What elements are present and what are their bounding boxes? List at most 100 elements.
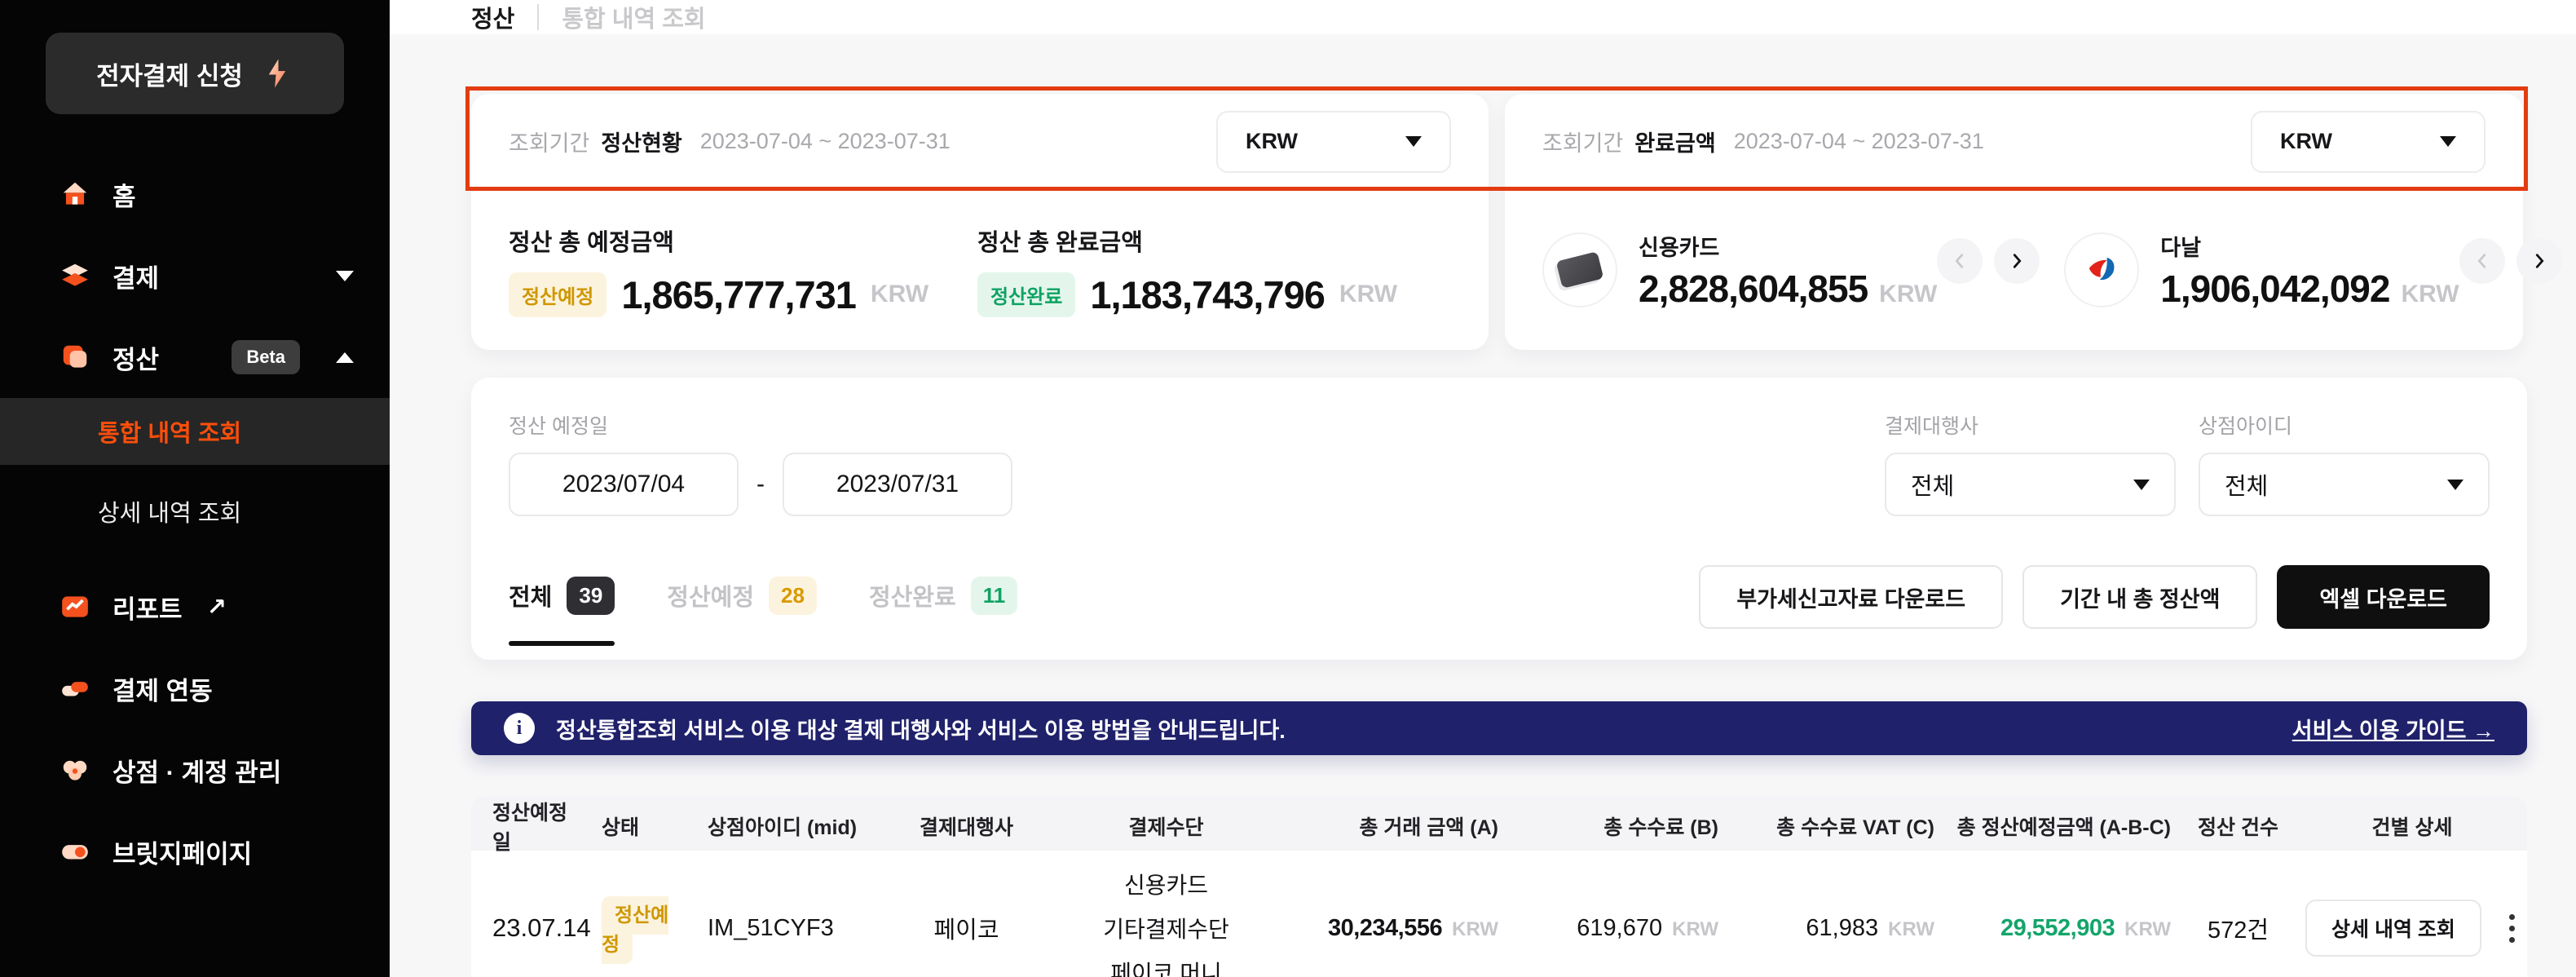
date-from-input[interactable]: 2023/07/04 [509,453,739,516]
pg-name: 신용카드 [1639,230,1937,262]
pg-select[interactable]: 전체 [1885,453,2176,516]
stat-value: 1,183,743,796 [1090,272,1325,317]
external-link-icon: ↗ [207,593,227,621]
column-header: 총 정산예정금액 (A-B-C) [1943,811,2179,841]
sidebar-item-label: 결제 [112,258,159,294]
service-guide-link[interactable]: 서비스 이용 가이드 → [2292,713,2494,745]
column-header: 총 수수료 (B) [1506,811,1727,841]
sidebar-subitem-integrated-history[interactable]: 통합 내역 조회 [0,398,390,465]
pg-value: 2,828,604,855 [1639,267,1868,311]
sidebar-subitem-label: 상세 내역 조회 [98,494,241,528]
chevron-down-icon [2133,480,2150,490]
layers-icon [59,259,91,292]
stat-completed-total: 정산 총 완료금액 정산완료 1,183,743,796 KRW [977,223,1446,317]
period-total-button[interactable]: 기간 내 총 정산액 [2022,565,2257,629]
amount-value: 30,234,556 [1328,915,1442,942]
sidebar-item-report[interactable]: 리포트 ↗ [0,566,390,648]
settlement-icon [59,341,91,374]
amount-value: 619,670 [1577,915,1662,942]
scheduled-card-header: 조회기간 정산현황 2023-07-04 ~ 2023-07-31 KRW [471,94,1489,190]
cell-count: 572건 [2179,911,2297,945]
column-header: 결제대행사 [875,811,1058,841]
period-range: 2023-07-04 ~ 2023-07-31 [1734,129,1984,154]
tab-all[interactable]: 전체 39 [509,577,615,618]
chevron-down-icon [2440,136,2456,147]
breadcrumb-page: 통합 내역 조회 [562,0,705,34]
button-label: 엑셀 다운로드 [2319,581,2447,613]
info-banner: i 정산통합조회 서비스 이용 대상 결제 대행사와 서비스 이용 방법을 안내… [471,701,2527,755]
period-range: 2023-07-04 ~ 2023-07-31 [700,129,951,154]
tab-label: 전체 [509,578,552,612]
sidebar-item-settlement[interactable]: 정산 Beta [0,316,390,398]
summary-section: 조회기간 정산현황 2023-07-04 ~ 2023-07-31 KRW 정산… [471,94,2523,350]
date-to-value: 2023/07/31 [836,471,959,498]
column-header: 정산예정일 [471,797,593,855]
detail-view-button[interactable]: 상세 내역 조회 [2305,900,2481,957]
excel-download-button[interactable]: 엑셀 다운로드 [2277,565,2490,629]
pg-select-value: 전체 [1911,467,1954,502]
amount-value: 29,552,903 [2000,915,2115,942]
beta-badge: Beta [232,340,300,374]
currency-value: KRW [1246,129,1298,154]
pg-unit: KRW [1879,281,1937,308]
tab-count-badge: 28 [769,577,817,615]
danal-logo [2064,232,2139,307]
sidebar-item-label: 결제 연동 [112,670,213,707]
epayment-apply-button[interactable]: 전자결제 신청 [46,33,344,114]
mid-filter-label: 상점아이디 [2199,410,2490,440]
tab-scheduled[interactable]: 정산예정 28 [667,577,817,618]
sidebar-nav: 홈 결제 정산 Beta 통합 내역 조회 [0,153,390,892]
settlement-date-filter: 정산 예정일 2023/07/04 - 2023/07/31 [509,410,1012,516]
scheduled-card-body: 정산 총 예정금액 정산예정 1,865,777,731 KRW 정산 총 완료… [471,190,1489,350]
amount-unit: KRW [1672,918,1718,941]
sidebar-item-payment-link[interactable]: 결제 연동 [0,648,390,729]
carousel-prev-button[interactable] [2459,238,2505,284]
pg-stat-creditcard: 신용카드 2,828,604,855 KRW [1542,230,2064,311]
chevron-up-icon [336,352,354,363]
cell-pg: 페이코 [875,911,1058,945]
cell-vat: 61,983 KRW [1727,915,1943,942]
column-header: 상태 [593,811,699,841]
pg-filter: 결제대행사 전체 [1885,410,2176,516]
date-to-input[interactable]: 2023/07/31 [783,453,1012,516]
amount-value: 61,983 [1806,915,1878,942]
pg-name: 다날 [2160,230,2459,262]
carousel-next-button[interactable] [1994,238,2040,284]
sidebar-item-store-account[interactable]: 상점 · 계정 관리 [0,729,390,811]
chevron-down-icon [2447,480,2464,490]
home-icon [59,178,91,210]
pills-icon [59,672,91,705]
tab-completed[interactable]: 정산완료 11 [869,577,1017,618]
carousel-next-button[interactable] [2516,238,2562,284]
tabs-row: 전체 39 정산예정 28 정산완료 11 부가세신고자료 다운로드 [509,565,2490,629]
filter-row: 정산 예정일 2023/07/04 - 2023/07/31 [509,410,2490,516]
sidebar-subitem-label: 통합 내역 조회 [98,414,241,449]
pg-stat-danal: 다날 1,906,042,092 KRW [2064,230,2576,311]
column-header: 결제수단 [1058,811,1274,841]
chart-icon [59,590,91,623]
kebab-menu-icon[interactable] [2503,908,2521,949]
currency-select[interactable]: KRW [2251,111,2486,173]
sidebar-item-payments[interactable]: 결제 [0,235,390,316]
cell-mid: IM_51CYF3 [699,915,875,942]
button-label: 부가세신고자료 다운로드 [1736,581,1965,613]
stat-unit: KRW [871,281,929,308]
vat-report-download-button[interactable]: 부가세신고자료 다운로드 [1699,565,2003,629]
mid-select-value: 전체 [2225,467,2268,502]
completed-summary-card: 조회기간 완료금액 2023-07-04 ~ 2023-07-31 KRW 신용 [1505,94,2523,350]
sidebar-item-bridgepage[interactable]: 브릿지페이지 [0,811,390,892]
carousel-prev-button[interactable] [1937,238,1983,284]
tab-label: 정산예정 [667,578,754,612]
toggle-icon [59,835,91,868]
scheduled-summary-card: 조회기간 정산현황 2023-07-04 ~ 2023-07-31 KRW 정산… [471,94,1489,350]
currency-select[interactable]: KRW [1216,111,1451,173]
date-range-separator: - [756,471,765,498]
stat-label: 정산 총 예정금액 [509,223,977,258]
epayment-apply-label: 전자결제 신청 [96,55,243,92]
column-header: 건별 상세 [2297,811,2527,841]
mid-select[interactable]: 전체 [2199,453,2490,516]
cell-net-amount: 29,552,903 KRW [1943,915,2179,942]
sidebar-item-home[interactable]: 홈 [0,153,390,235]
sidebar-subitem-detail-history[interactable]: 상세 내역 조회 [0,478,390,545]
tab-count-badge: 11 [971,577,1018,615]
